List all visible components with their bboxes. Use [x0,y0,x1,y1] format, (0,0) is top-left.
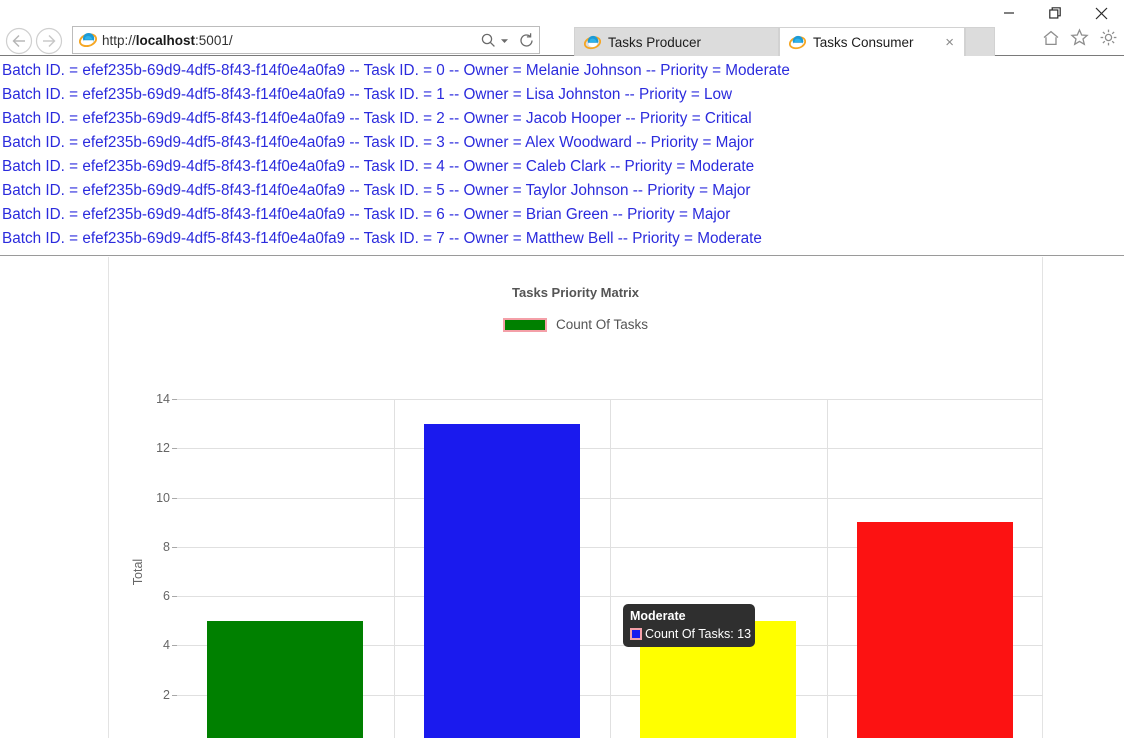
tab-strip: Tasks Producer Tasks Consumer × [574,27,995,56]
x-gridline [827,399,828,738]
chart-card: Tasks Priority Matrix Count Of Tasks Tot… [108,257,1043,738]
y-tick-label: 6 [163,589,170,603]
y-tick-label: 2 [163,688,170,702]
tab-tasks-producer[interactable]: Tasks Producer [574,27,779,56]
browser-toolbar-icons [1042,28,1118,47]
task-line: Batch ID. = efef235b-69d9-4df5-8f43-f14f… [2,155,790,179]
legend-label: Count Of Tasks [556,317,648,332]
y-tick-mark [172,547,177,548]
x-gridline [394,399,395,738]
y-tick-label: 4 [163,638,170,652]
y-axis-title: Total [131,558,145,584]
task-line: Batch ID. = efef235b-69d9-4df5-8f43-f14f… [2,131,790,155]
search-icon[interactable] [480,32,497,49]
bar-moderate[interactable] [424,424,580,738]
y-tick-label: 8 [163,540,170,554]
horizontal-divider [0,255,1124,256]
task-line: Batch ID. = efef235b-69d9-4df5-8f43-f14f… [2,107,790,131]
address-bar[interactable]: http://localhost:5001/ [72,26,540,54]
minimize-icon[interactable] [986,1,1032,25]
chart-legend[interactable]: Count Of Tasks [109,317,1042,332]
tooltip-text: Count Of Tasks: 13 [645,627,751,641]
y-tick-mark [172,498,177,499]
close-icon[interactable] [1078,1,1124,25]
close-icon[interactable]: × [939,35,954,50]
bar-critical[interactable] [857,522,1013,738]
bar-low[interactable] [207,621,363,738]
y-tick-label: 10 [156,491,170,505]
task-line: Batch ID. = efef235b-69d9-4df5-8f43-f14f… [2,83,790,107]
legend-swatch-count-of-tasks [503,318,547,332]
page-content: Batch ID. = efef235b-69d9-4df5-8f43-f14f… [0,57,1124,738]
refresh-icon[interactable] [518,32,535,49]
task-line: Batch ID. = efef235b-69d9-4df5-8f43-f14f… [2,59,790,83]
new-tab-button[interactable] [965,27,995,56]
home-icon[interactable] [1042,29,1060,47]
y-tick-label: 14 [156,392,170,406]
chevron-down-icon[interactable] [499,35,510,46]
y-tick-label: 12 [156,441,170,455]
url-text: http://localhost:5001/ [102,33,480,48]
chart-tooltip: Moderate Count Of Tasks: 13 [623,604,755,647]
x-gridline [610,399,611,738]
internet-explorer-icon [789,34,806,51]
tooltip-row: Count Of Tasks: 13 [630,627,748,641]
y-tick-mark [172,695,177,696]
restore-icon[interactable] [1032,1,1078,25]
task-line: Batch ID. = efef235b-69d9-4df5-8f43-f14f… [2,227,790,251]
y-tick-mark [172,448,177,449]
task-list: Batch ID. = efef235b-69d9-4df5-8f43-f14f… [0,57,790,251]
plot-area: Total Priority 02468101214LowModerateMaj… [177,399,1043,738]
internet-explorer-icon [584,34,601,51]
browser-chrome: http://localhost:5001/ [0,0,1124,56]
tab-tasks-consumer[interactable]: Tasks Consumer × [779,27,965,56]
gear-icon[interactable] [1099,28,1118,47]
navigation-buttons [4,26,72,56]
tooltip-title: Moderate [630,609,748,624]
task-line: Batch ID. = efef235b-69d9-4df5-8f43-f14f… [2,179,790,203]
tab-label: Tasks Producer [608,35,768,50]
y-tick-mark [172,399,177,400]
window-controls [986,0,1124,26]
tooltip-swatch [630,628,642,640]
address-bar-icons [480,32,535,49]
y-tick-mark [172,596,177,597]
forward-arrow-icon[interactable] [34,26,64,56]
y-tick-mark [172,645,177,646]
internet-explorer-icon [79,31,97,49]
star-icon[interactable] [1070,28,1089,47]
chart-title: Tasks Priority Matrix [109,285,1042,300]
tab-label: Tasks Consumer [813,35,939,50]
task-line: Batch ID. = efef235b-69d9-4df5-8f43-f14f… [2,203,790,227]
back-arrow-icon[interactable] [4,26,34,56]
